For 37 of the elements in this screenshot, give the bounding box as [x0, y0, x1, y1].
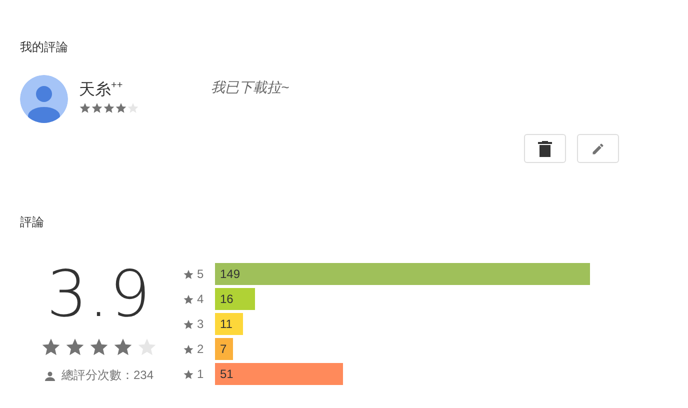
- star-icon: [41, 337, 61, 357]
- edit-button[interactable]: [577, 134, 619, 163]
- star-icon: [65, 337, 85, 357]
- section-title: 我的評論: [19, 39, 69, 54]
- pencil-icon: [591, 142, 605, 156]
- section-title: 評論: [19, 214, 45, 229]
- rating-count: 149: [220, 267, 240, 281]
- star-icon: [137, 337, 157, 357]
- star-icon: [183, 294, 194, 304]
- rating-count: 7: [220, 342, 227, 356]
- star-level: 5: [197, 267, 205, 281]
- star-level: 2: [197, 342, 205, 356]
- star-icon: [183, 368, 194, 380]
- delete-button[interactable]: [524, 134, 566, 163]
- star-icon: [89, 337, 109, 357]
- rating-count: 16: [220, 292, 234, 306]
- total-ratings: 總評分次數：234: [61, 367, 154, 384]
- star-icon: [115, 102, 127, 114]
- review-text: 我已下載拉~: [211, 79, 290, 97]
- star-level: 3: [197, 317, 205, 331]
- star-icon: [103, 102, 115, 114]
- person-icon: [44, 370, 56, 382]
- author-name: 天糸$^{++}$: [79, 79, 124, 100]
- average-score: 3.9: [46, 263, 152, 327]
- rating-count: 11: [220, 317, 232, 331]
- trash-icon: [538, 140, 552, 156]
- star-icon: [113, 337, 133, 357]
- star-level: 1: [197, 367, 205, 381]
- rating-count: 51: [220, 367, 234, 381]
- star-icon: [183, 318, 194, 330]
- star-icon: [183, 344, 194, 354]
- avatar-icon: [20, 75, 68, 123]
- star-icon: [91, 102, 103, 114]
- star-icon: [79, 102, 91, 114]
- star-icon: [127, 102, 139, 114]
- star-level: 4: [197, 292, 205, 306]
- star-icon: [183, 268, 194, 280]
